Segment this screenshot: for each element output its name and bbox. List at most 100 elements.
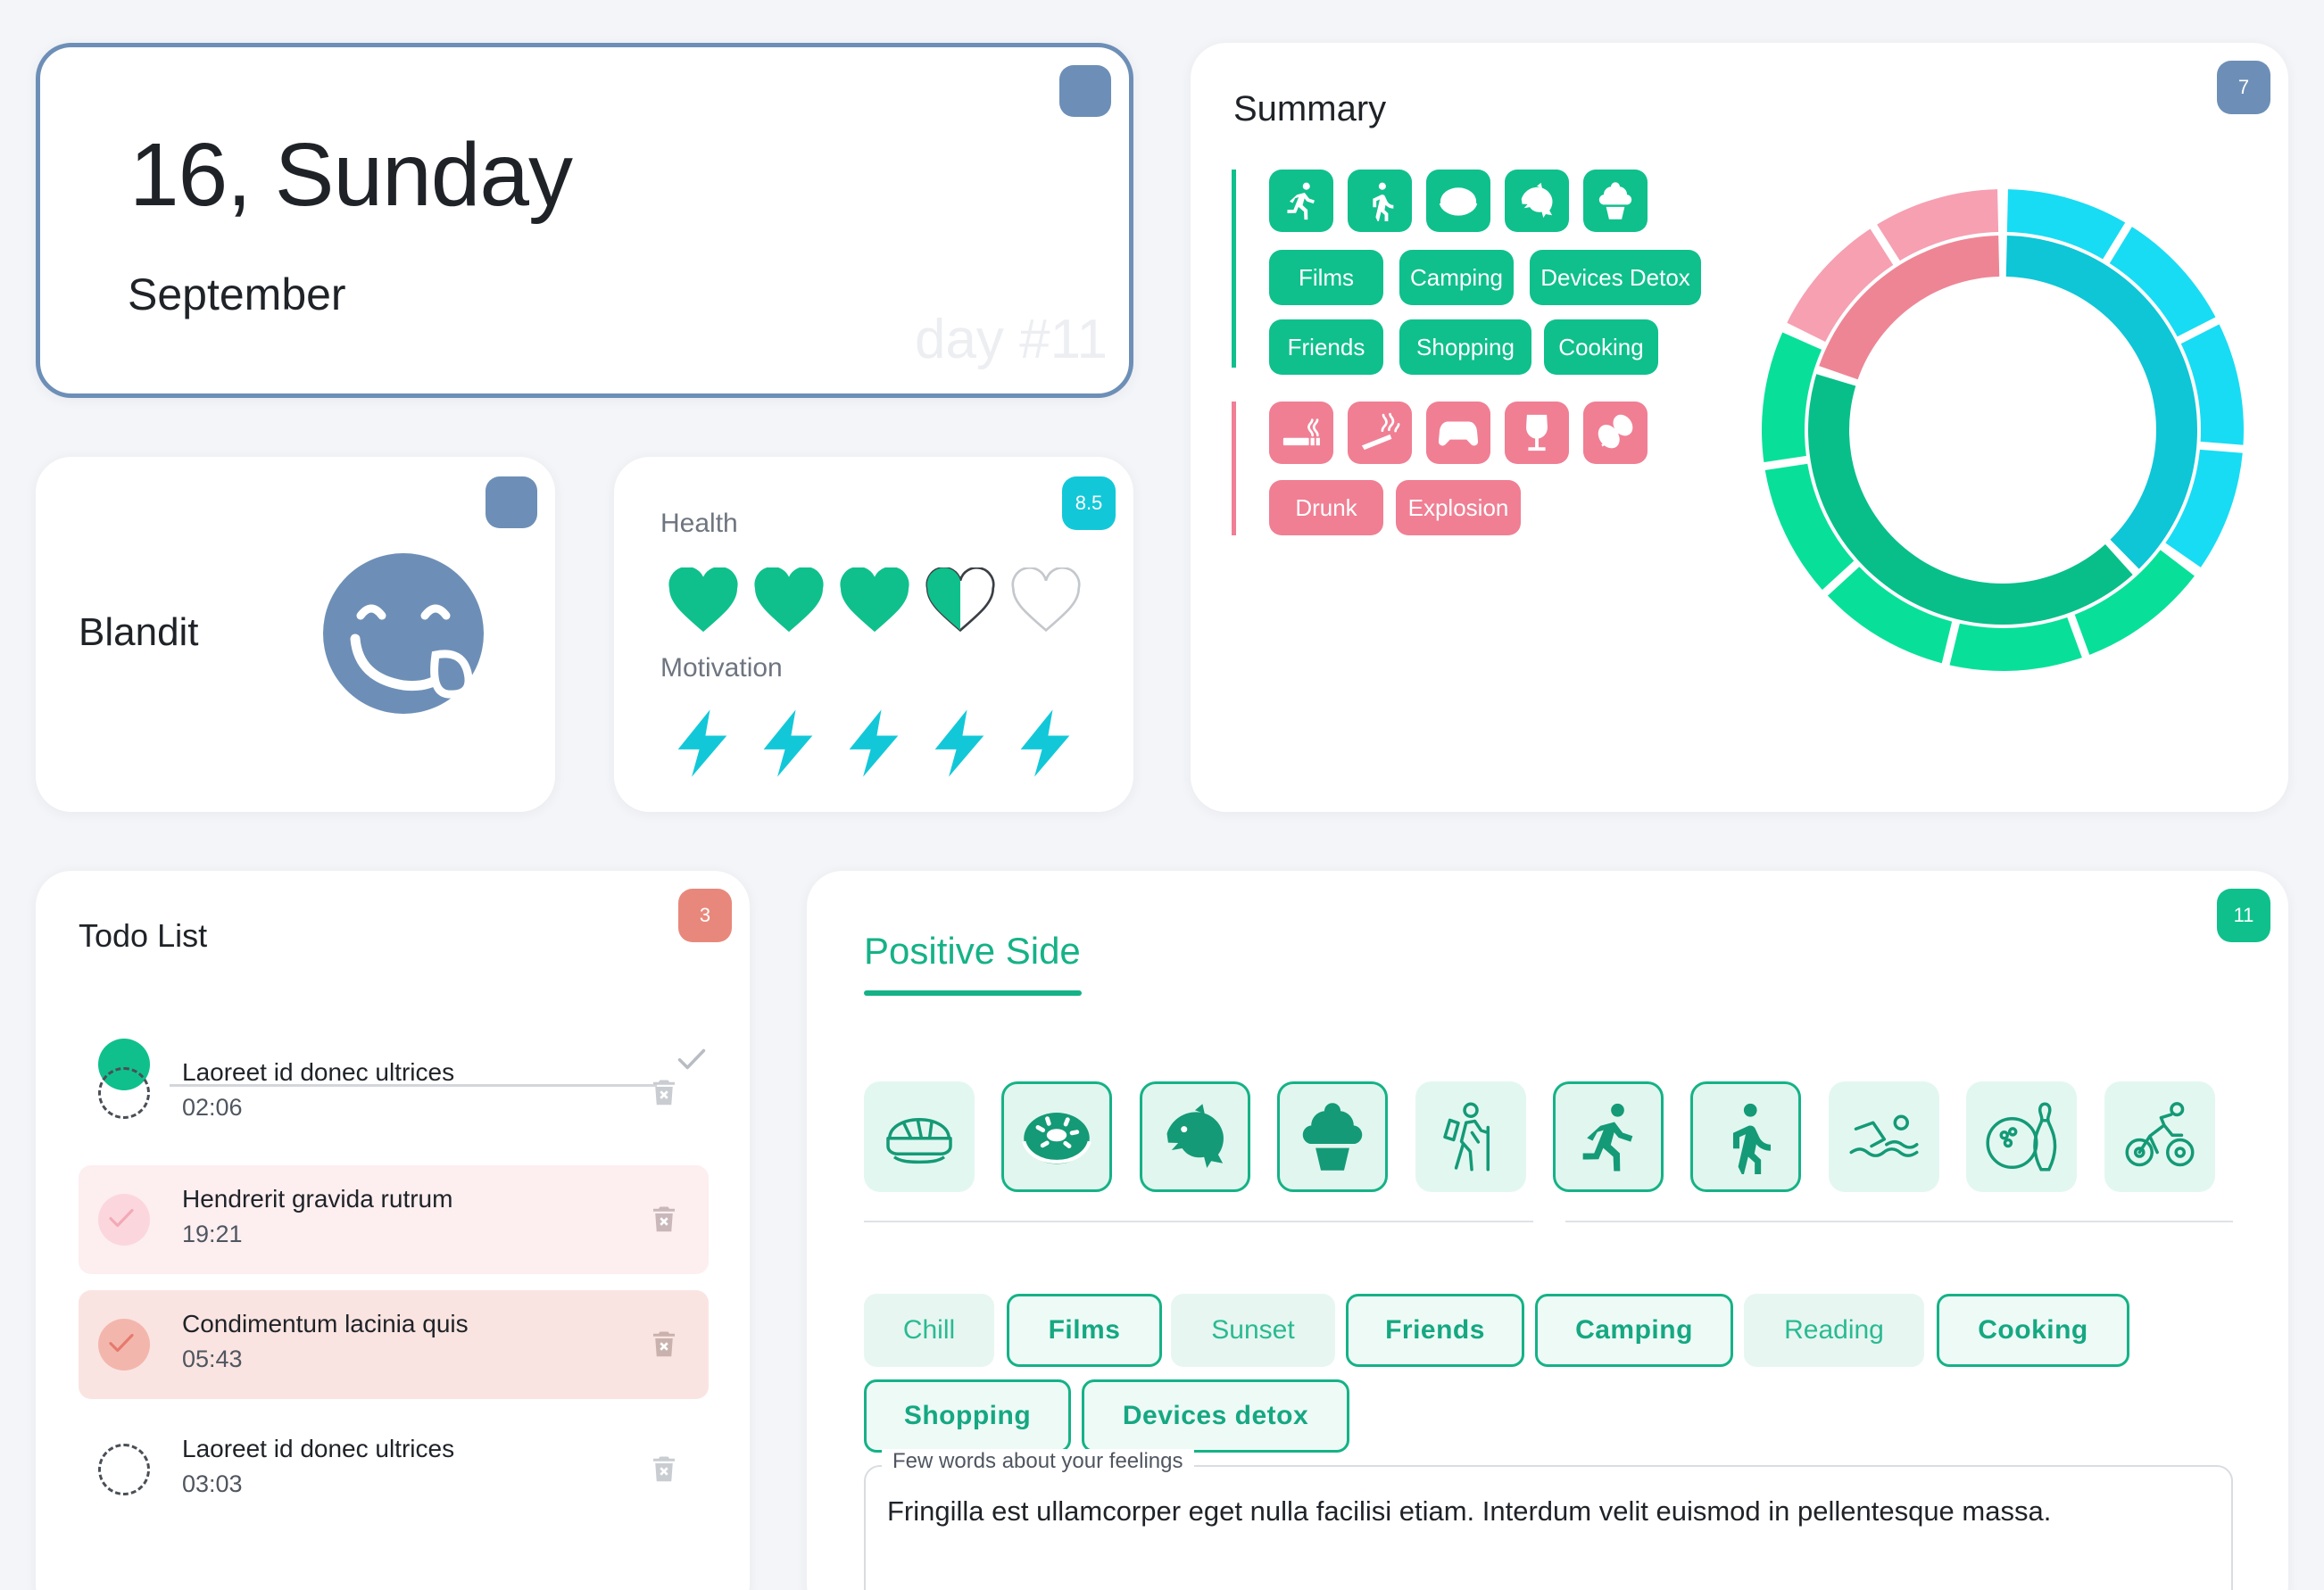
check-icon xyxy=(106,1328,137,1358)
lightning-icon[interactable] xyxy=(666,707,739,780)
wine-glass-icon-tile xyxy=(1505,402,1569,464)
todo-status-toggle[interactable] xyxy=(98,1319,150,1371)
date-card: 16, Sunday September day #11 xyxy=(36,43,1133,398)
heart-icon[interactable] xyxy=(839,567,910,634)
feelings-field[interactable] xyxy=(864,1465,2233,1590)
todo-item[interactable]: Laoreet id donec ultrices 03:03 xyxy=(79,1415,709,1524)
bowling-icon xyxy=(1984,1099,2059,1174)
ice-cream-icon xyxy=(1295,1099,1370,1174)
delete-todo-button[interactable] xyxy=(648,1328,680,1364)
summary-title: Summary xyxy=(1233,89,1387,128)
activity-chip[interactable]: Shopping xyxy=(864,1379,1071,1453)
positive-swimming-toggle[interactable] xyxy=(1828,1081,1939,1192)
swimming-icon xyxy=(1847,1099,1921,1174)
lightning-icon[interactable] xyxy=(923,707,996,780)
yummy-face-icon[interactable] xyxy=(321,551,486,716)
cigarette-icon xyxy=(1281,412,1322,453)
activity-chip[interactable]: Devices detox xyxy=(1082,1379,1349,1453)
activity-chip[interactable]: Films xyxy=(1007,1294,1162,1367)
trash-icon xyxy=(648,1203,680,1235)
positive-bowling-toggle[interactable] xyxy=(1966,1081,2078,1192)
heart-icon[interactable] xyxy=(1010,567,1082,634)
walking-icon-tile xyxy=(1348,170,1412,232)
joint-icon-tile xyxy=(1348,402,1412,464)
summary-positive-tag: Friends xyxy=(1269,319,1383,375)
todo-status-toggle[interactable] xyxy=(98,1194,150,1246)
trash-icon xyxy=(648,1076,680,1108)
summary-positive-tag: Devices Detox xyxy=(1530,250,1701,305)
todo-item-time: 02:06 xyxy=(182,1094,243,1121)
todo-card: 3 Todo List Laoreet id donec ultrices 02:… xyxy=(36,871,750,1590)
feelings-text: Fringilla est ullamcorper eget nulla fac… xyxy=(887,1495,2052,1527)
activity-chip[interactable]: Friends xyxy=(1346,1294,1524,1367)
todo-item-title: Condimentum lacinia quis xyxy=(182,1310,469,1337)
positive-sushi-toggle[interactable] xyxy=(864,1081,975,1192)
positive-ice-cream-toggle[interactable] xyxy=(1277,1081,1389,1192)
coffee-beans-icon xyxy=(1595,412,1636,453)
positive-donut-toggle[interactable] xyxy=(1001,1081,1113,1192)
health-label: Health xyxy=(660,509,738,538)
activity-chip[interactable]: Cooking xyxy=(1937,1294,2129,1367)
lightning-icon[interactable] xyxy=(751,707,825,780)
dolphin-icon xyxy=(1516,180,1557,221)
todo-status-toggle[interactable] xyxy=(98,1444,150,1495)
donut-icon xyxy=(1438,180,1479,221)
section-divider-right xyxy=(1565,1221,2233,1222)
positive-side-tab[interactable]: Positive Side xyxy=(864,930,1081,973)
coffee-beans-icon-tile xyxy=(1583,402,1648,464)
todo-item[interactable]: Condimentum lacinia quis 05:43 xyxy=(79,1290,709,1399)
walking-icon xyxy=(1359,180,1400,221)
dolphin-icon xyxy=(1158,1099,1233,1174)
activity-chip[interactable]: Camping xyxy=(1535,1294,1733,1367)
heart-icon[interactable] xyxy=(753,567,825,634)
todo-item-time: 05:43 xyxy=(182,1346,243,1372)
positive-walking-toggle[interactable] xyxy=(1690,1081,1802,1192)
positive-dolphin-toggle[interactable] xyxy=(1139,1081,1250,1192)
date-card-badge[interactable] xyxy=(1059,65,1111,117)
positive-hiking-toggle[interactable] xyxy=(1415,1081,1526,1192)
wine-glass-icon xyxy=(1516,412,1557,453)
positive-side-card: 11 Positive Side Chill Films Sunset Friends… xyxy=(807,871,2288,1590)
date-day: 16, Sunday xyxy=(129,125,573,225)
lightning-icon[interactable] xyxy=(1008,707,1082,780)
positive-count-badge: 11 xyxy=(2217,889,2270,942)
gamepad-icon-tile xyxy=(1426,402,1490,464)
check-icon xyxy=(106,1203,137,1233)
activity-chip[interactable]: Sunset xyxy=(1171,1294,1335,1367)
todo-item-title: Hendrerit gravida rutrum xyxy=(182,1185,453,1213)
health-rating[interactable] xyxy=(668,567,1105,639)
todo-item[interactable]: Laoreet id donec ultrices 02:06 xyxy=(79,1039,709,1147)
health-card: 8.5 Health Motivation xyxy=(614,457,1133,812)
hiking-icon xyxy=(1433,1099,1508,1174)
sushi-icon xyxy=(882,1099,957,1174)
motivation-label: Motivation xyxy=(660,653,783,683)
positive-cycling-toggle[interactable] xyxy=(2104,1081,2215,1192)
todo-count-badge: 3 xyxy=(678,889,732,942)
heart-icon[interactable] xyxy=(925,567,996,634)
todo-status-toggle[interactable] xyxy=(98,1067,150,1119)
delete-todo-button[interactable] xyxy=(648,1453,680,1489)
activity-chip[interactable]: Chill xyxy=(864,1294,994,1367)
todo-item[interactable]: Hendrerit gravida rutrum 19:21 xyxy=(79,1165,709,1274)
running-icon-tile xyxy=(1269,170,1333,232)
activity-chip[interactable]: Reading xyxy=(1744,1294,1924,1367)
todo-title: Todo List xyxy=(79,917,208,954)
summary-positive-tag: Shopping xyxy=(1399,319,1531,375)
mood-card-badge[interactable] xyxy=(486,476,537,528)
motivation-rating[interactable] xyxy=(668,707,1105,787)
summary-negative-tag: Drunk xyxy=(1269,480,1383,535)
delete-todo-button[interactable] xyxy=(648,1203,680,1239)
summary-positive-tag: Films xyxy=(1269,250,1383,305)
lightning-icon[interactable] xyxy=(837,707,910,780)
running-icon xyxy=(1571,1099,1646,1174)
positive-running-toggle[interactable] xyxy=(1553,1081,1664,1192)
gamepad-icon xyxy=(1438,412,1479,453)
ice-cream-icon-tile xyxy=(1583,170,1648,232)
summary-negative-tag: Explosion xyxy=(1396,480,1521,535)
summary-donut-chart xyxy=(1762,189,2245,671)
summary-positive-tag: Camping xyxy=(1399,250,1514,305)
feelings-label: Few words about your feelings xyxy=(882,1449,1194,1474)
cigarette-icon-tile xyxy=(1269,402,1333,464)
delete-todo-button[interactable] xyxy=(648,1076,680,1113)
heart-icon[interactable] xyxy=(668,567,739,634)
